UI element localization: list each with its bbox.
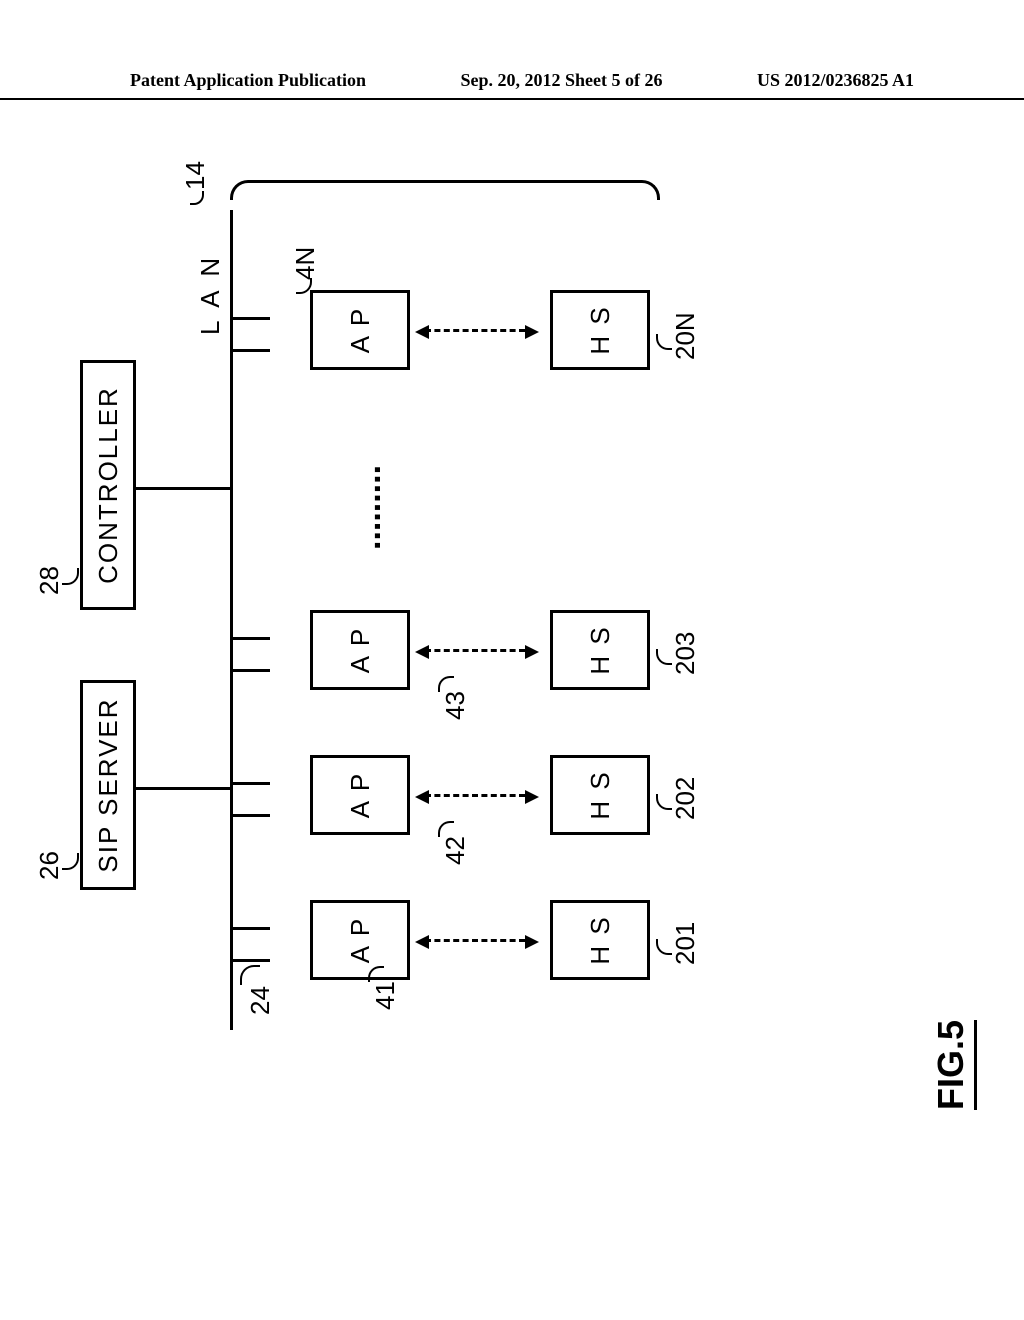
ap-box-3: A P [310,610,410,690]
header-left: Patent Application Publication [130,70,366,90]
hs-box-1: H S [550,900,650,980]
link-ap2-hs2 [425,794,525,797]
stub-apNa [230,349,270,352]
stub-ap2b [230,782,270,785]
ap-box-2: A P [310,755,410,835]
link-apn-hsn [425,329,525,332]
stub-ap2a [230,814,270,817]
arrowhead-up-2 [415,790,429,804]
ref-41: 41 [370,981,401,1010]
arrowhead-down-2 [525,790,539,804]
ap-box-n: A P [310,290,410,370]
lan-bus-line [230,210,233,1030]
arrowhead-up-n [415,325,429,339]
hs-box-2: H S [550,755,650,835]
arrowhead-up-3 [415,645,429,659]
controller-box: CONTROLLER [80,360,136,610]
header-right: US 2012/0236825 A1 [757,70,914,90]
arrowhead-down-1 [525,935,539,949]
stub-ap3b [230,637,270,640]
curly-brace-14 [230,180,660,200]
ref-14: 14 [180,161,211,190]
hs-box-3: H S [550,610,650,690]
ref-201: 201 [670,922,701,965]
figure-label: FIG.5 [930,1020,977,1110]
sip-server-box: SIP SERVER [80,680,136,890]
ref-203: 203 [670,632,701,675]
page-header: Patent Application Publication Sep. 20, … [0,70,1024,100]
link-ap1-hs1 [425,939,525,942]
ellipsis-dots: ......... [350,465,389,550]
ref-24: 24 [245,986,276,1015]
arrowhead-down-3 [525,645,539,659]
ref-20n: 20N [670,312,701,360]
hs-box-n: H S [550,290,650,370]
line-sip-to-lan [136,787,230,790]
stub-ap1b [230,927,270,930]
figure-5-diagram: FIG.5 SIP SERVER CONTROLLER 26 28 L A N … [30,250,1024,1070]
header-center: Sep. 20, 2012 Sheet 5 of 26 [461,70,663,90]
ref-202: 202 [670,777,701,820]
line-controller-to-lan [136,487,230,490]
ap-box-1: A P [310,900,410,980]
lan-label: L A N [195,254,226,335]
ref-28: 28 [34,566,65,595]
ref-26: 26 [34,851,65,880]
stub-apNb [230,317,270,320]
stub-ap1a [230,959,270,962]
stub-ap3a [230,669,270,672]
arrowhead-up-1 [415,935,429,949]
link-ap3-hs3 [425,649,525,652]
ref-4n: 4N [290,247,321,280]
ref-42: 42 [440,836,471,865]
arrowhead-down-n [525,325,539,339]
ref-43: 43 [440,691,471,720]
